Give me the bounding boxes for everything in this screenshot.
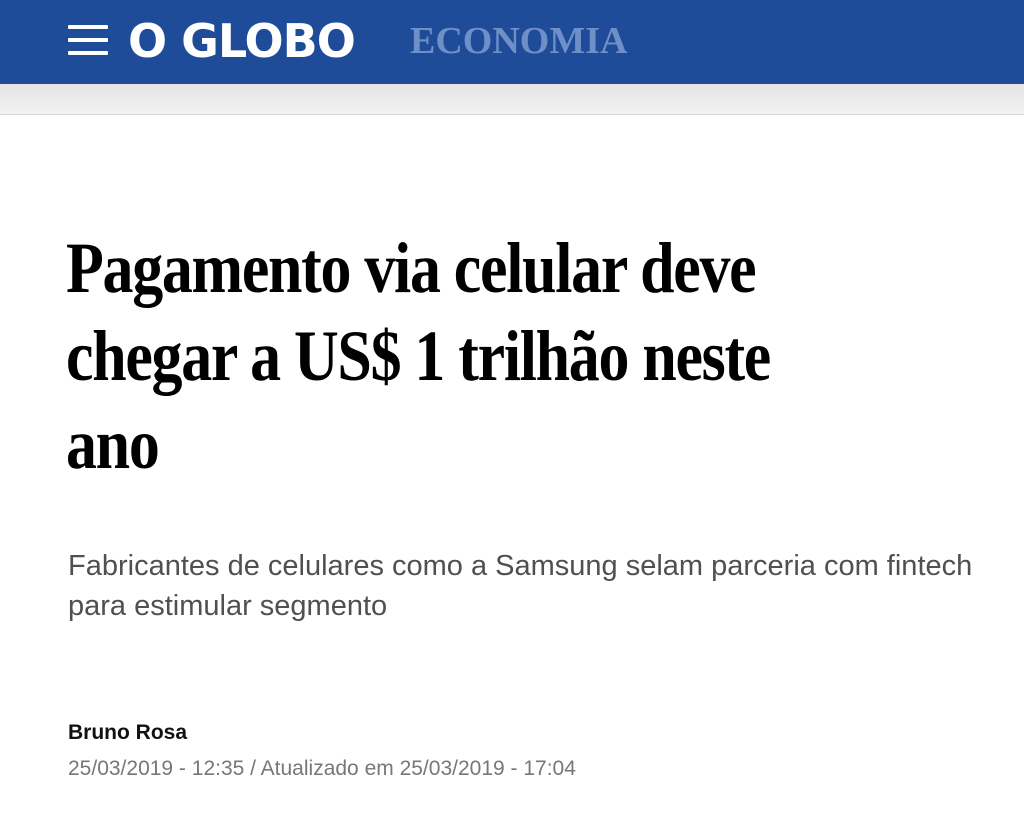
menu-line [68,38,108,42]
site-logo[interactable]: O GLOBO [128,12,356,70]
article-subtitle: Fabricantes de celulares como a Samsung … [68,550,973,622]
menu-line [68,51,108,55]
article-dates: 25/03/2019 - 12:35 / Atualizado em 25/03… [68,757,576,780]
section-link-economia[interactable]: ECONOMIA [410,18,627,64]
hamburger-menu-icon[interactable] [68,22,108,60]
header-subbar [0,84,1024,115]
menu-line [68,25,108,29]
article-author[interactable]: Bruno Rosa [68,718,187,748]
site-header: O GLOBO ECONOMIA [0,0,1024,84]
article-headline: Pagamento via celular deve chegar a US$ … [66,228,771,484]
